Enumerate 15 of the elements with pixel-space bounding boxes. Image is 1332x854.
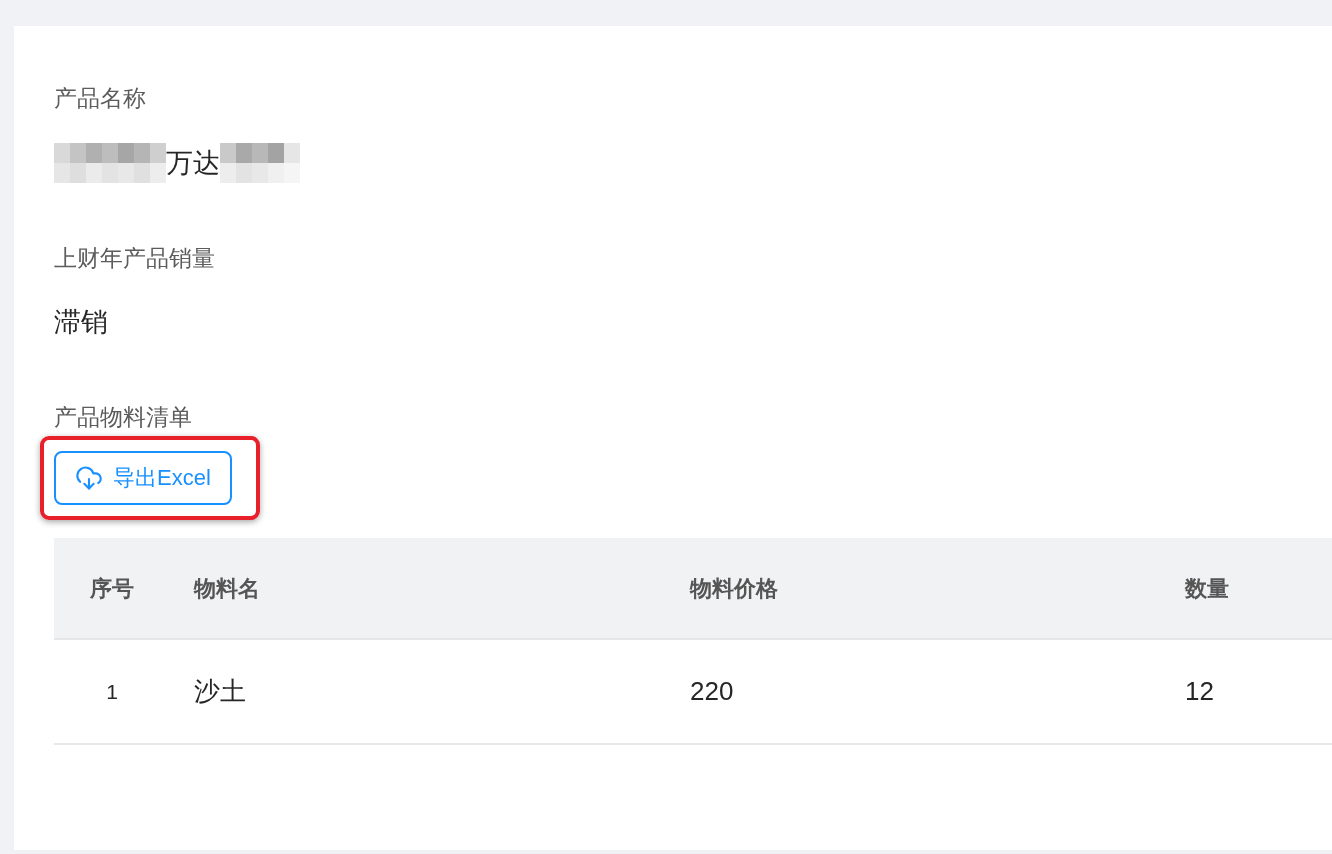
column-header: 物料价格 [690,574,778,603]
field-label: 产品名称 [54,84,146,113]
field-value: 滞销 [54,306,108,339]
field-label: 产品物料清单 [54,403,192,432]
field-value: 万达 [166,147,220,180]
column-header: 序号 [90,574,134,603]
table-cell-text: 沙土 [194,675,246,708]
table-cell-text: 12 [1185,675,1214,708]
table-cell-text: 1 [106,678,118,705]
field-label: 上财年产品销量 [54,244,215,273]
column-header: 物料名 [194,574,260,603]
table-cell-text: 220 [690,675,734,708]
column-header: 数量 [1185,574,1229,603]
export-excel-button[interactable]: 导出Excel [54,451,232,505]
cloud-download-icon [75,464,103,492]
